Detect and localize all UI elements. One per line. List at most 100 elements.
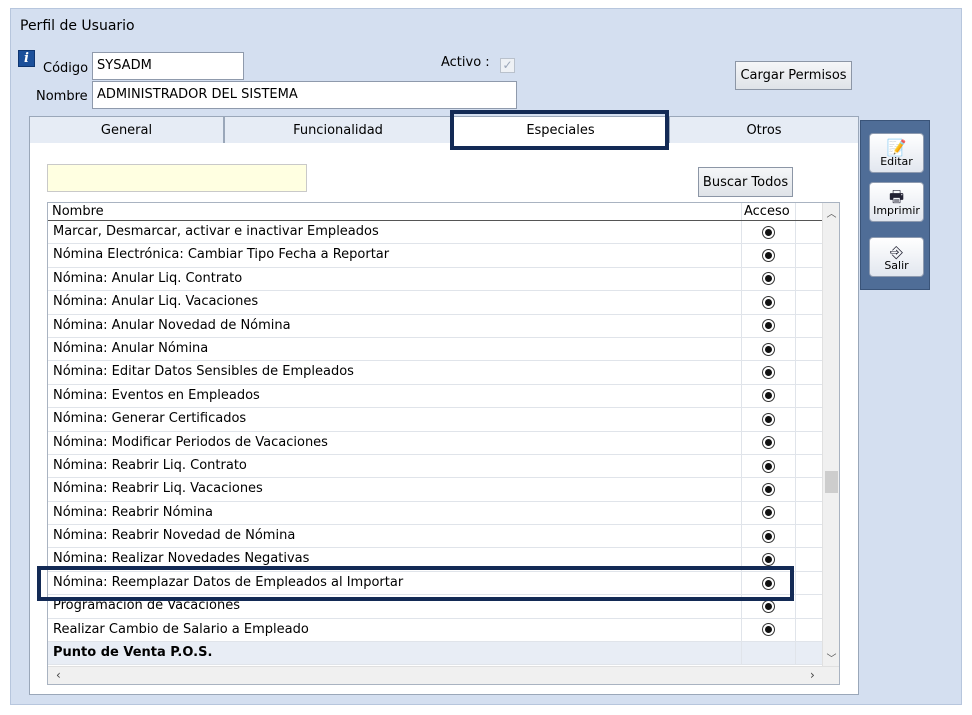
- row-name: Nómina: Anular Liq. Vacaciones: [48, 291, 742, 314]
- activo-checkbox[interactable]: ✓: [500, 58, 515, 73]
- table-row[interactable]: Nómina: Eventos en Empleados: [48, 384, 824, 409]
- table-row[interactable]: Nómina: Realizar Novedades Negativas: [48, 548, 824, 572]
- table-row[interactable]: Nómina: Generar Certificados: [48, 408, 824, 432]
- acceso-radio-icon[interactable]: [762, 249, 775, 263]
- acceso-radio-icon[interactable]: [762, 482, 775, 496]
- acceso-cell[interactable]: [742, 244, 796, 267]
- search-input[interactable]: [47, 164, 307, 192]
- horizontal-scrollbar[interactable]: ‹ ›: [48, 666, 839, 684]
- acceso-radio-icon[interactable]: [762, 412, 775, 426]
- acceso-cell[interactable]: [742, 642, 796, 665]
- table-row[interactable]: Nómina: Modificar Periodos de Vacaciones: [48, 431, 824, 455]
- scroll-up-icon[interactable]: ︿: [823, 205, 839, 220]
- tab-general[interactable]: General: [29, 116, 224, 143]
- acceso-radio-icon[interactable]: [762, 506, 775, 520]
- acceso-cell[interactable]: [742, 571, 796, 595]
- row-name: Nómina: Eventos en Empleados: [48, 384, 742, 408]
- window-title: Perfil de Usuario: [20, 18, 135, 34]
- acceso-cell[interactable]: [742, 501, 796, 525]
- info-icon[interactable]: i: [18, 50, 35, 67]
- nombre-field[interactable]: ADMINISTRADOR DEL SISTEMA: [92, 81, 517, 109]
- acceso-radio-icon[interactable]: [762, 342, 775, 356]
- acceso-cell[interactable]: [742, 384, 796, 408]
- scroll-thumb[interactable]: [825, 471, 838, 493]
- row-name: Marcar, Desmarcar, activar e inactivar E…: [48, 221, 742, 244]
- row-name: Nómina: Generar Certificados: [48, 408, 742, 431]
- vertical-scrollbar[interactable]: ︿ ﹀: [822, 203, 839, 667]
- acceso-cell[interactable]: [742, 431, 796, 454]
- tab-otros[interactable]: Otros: [669, 116, 859, 143]
- row-name: Nómina: Anular Novedad de Nómina: [48, 314, 742, 337]
- table-row[interactable]: Programación de Vacaciones: [48, 595, 824, 619]
- editar-button[interactable]: 📝 Editar: [869, 133, 924, 173]
- row-name: Nómina Electrónica: Cambiar Tipo Fecha a…: [48, 244, 742, 267]
- cargar-permisos-button[interactable]: Cargar Permisos: [735, 61, 852, 90]
- row-name: Nómina: Reemplazar Datos de Empleados al…: [48, 571, 742, 595]
- acceso-radio-icon[interactable]: [762, 623, 775, 637]
- table-row[interactable]: Nómina: Anular Liq. Vacaciones: [48, 291, 824, 315]
- salir-label: Salir: [884, 258, 909, 272]
- acceso-cell[interactable]: [742, 267, 796, 291]
- acceso-cell[interactable]: [742, 618, 796, 642]
- acceso-radio-icon[interactable]: [762, 599, 775, 613]
- table-row[interactable]: Nómina: Anular Nómina: [48, 337, 824, 362]
- acceso-cell[interactable]: [742, 314, 796, 337]
- table-row[interactable]: Nómina: Anular Liq. Contrato: [48, 267, 824, 292]
- printer-icon: 🖶: [888, 186, 905, 206]
- tab-especiales[interactable]: Especiales: [452, 116, 669, 143]
- table-row[interactable]: Nómina: Reabrir Liq. Contrato: [48, 454, 824, 479]
- scroll-right-icon[interactable]: ›: [810, 668, 815, 682]
- table-row[interactable]: Marcar, Desmarcar, activar e inactivar E…: [48, 221, 824, 245]
- acceso-radio-icon[interactable]: [762, 319, 775, 333]
- codigo-field[interactable]: SYSADM: [92, 52, 244, 80]
- imprimir-button[interactable]: 🖶 Imprimir: [869, 182, 924, 222]
- acceso-cell[interactable]: [742, 291, 796, 314]
- acceso-radio-icon[interactable]: [762, 366, 775, 380]
- acceso-cell[interactable]: [742, 595, 796, 618]
- acceso-cell[interactable]: [742, 408, 796, 431]
- table-row[interactable]: Nómina Electrónica: Cambiar Tipo Fecha a…: [48, 244, 824, 268]
- table-row[interactable]: Nómina: Reabrir Liq. Vacaciones: [48, 478, 824, 502]
- acceso-cell[interactable]: [742, 221, 796, 244]
- row-name: Nómina: Editar Datos Sensibles de Emplea…: [48, 361, 742, 384]
- acceso-radio-icon[interactable]: [762, 459, 775, 473]
- grid-body: Marcar, Desmarcar, activar e inactivar E…: [48, 221, 839, 666]
- salir-button[interactable]: ⎆ Salir: [869, 237, 924, 277]
- imprimir-label: Imprimir: [873, 203, 920, 217]
- acceso-radio-icon[interactable]: [762, 272, 775, 286]
- acceso-cell[interactable]: [742, 548, 796, 571]
- acceso-cell[interactable]: [742, 337, 796, 361]
- editar-label: Editar: [880, 154, 913, 168]
- column-header-acceso[interactable]: Acceso: [742, 203, 796, 220]
- buscar-todos-button[interactable]: Buscar Todos: [698, 167, 793, 197]
- table-row[interactable]: Nómina: Reabrir Novedad de Nómina: [48, 525, 824, 549]
- permissions-grid: Nombre Acceso Marcar, Desmarcar, activar…: [47, 202, 840, 685]
- group-row[interactable]: Punto de Venta P.O.S.: [48, 642, 824, 666]
- acceso-cell[interactable]: [742, 525, 796, 548]
- scroll-down-icon[interactable]: ﹀: [823, 650, 839, 665]
- row-name: Nómina: Anular Nómina: [48, 337, 742, 361]
- tab-funcionalidad[interactable]: Funcionalidad: [224, 116, 452, 143]
- table-row[interactable]: Nómina: Editar Datos Sensibles de Emplea…: [48, 361, 824, 385]
- table-row[interactable]: Nómina: Anular Novedad de Nómina: [48, 314, 824, 338]
- acceso-cell[interactable]: [742, 478, 796, 501]
- table-row[interactable]: Nómina: Reabrir Nómina: [48, 501, 824, 526]
- acceso-cell[interactable]: [742, 454, 796, 478]
- acceso-radio-icon[interactable]: [762, 576, 775, 590]
- acceso-cell[interactable]: [742, 361, 796, 384]
- row-name: Programación de Vacaciones: [48, 595, 742, 618]
- acceso-radio-icon[interactable]: [762, 553, 775, 567]
- row-name: Nómina: Reabrir Novedad de Nómina: [48, 525, 742, 548]
- table-row[interactable]: Realizar Cambio de Salario a Empleado: [48, 618, 824, 643]
- scroll-left-icon[interactable]: ‹: [56, 668, 61, 682]
- acceso-radio-icon[interactable]: [762, 295, 775, 309]
- acceso-radio-icon[interactable]: [762, 225, 775, 239]
- acceso-radio-icon[interactable]: [762, 436, 775, 450]
- row-name: Nómina: Anular Liq. Contrato: [48, 267, 742, 291]
- row-name: Nómina: Modificar Periodos de Vacaciones: [48, 431, 742, 454]
- acceso-radio-icon[interactable]: [762, 529, 775, 543]
- table-row[interactable]: Nómina: Reemplazar Datos de Empleados al…: [48, 571, 824, 596]
- row-name: Punto de Venta P.O.S.: [48, 642, 742, 665]
- column-header-nombre[interactable]: Nombre: [48, 203, 742, 220]
- acceso-radio-icon[interactable]: [762, 389, 775, 403]
